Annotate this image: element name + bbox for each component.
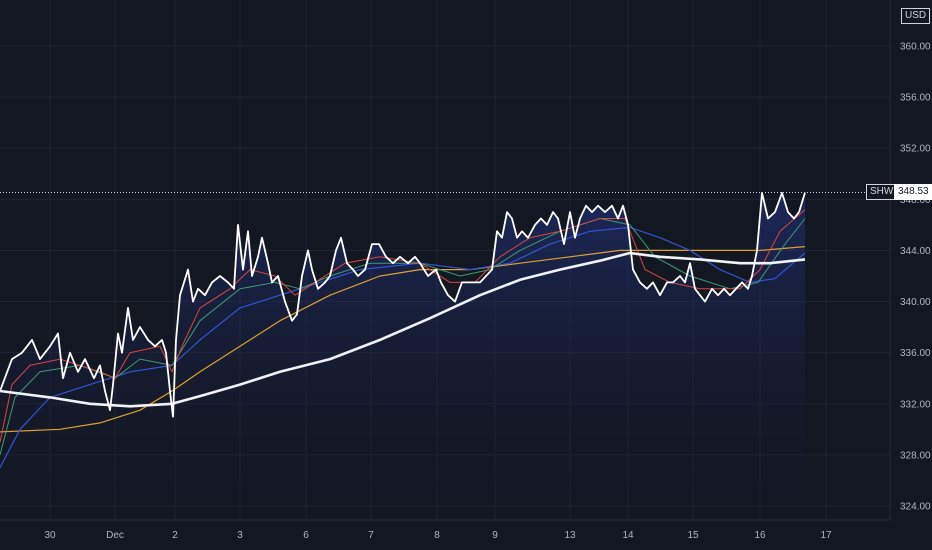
y-tick-label: 328.00 [900, 450, 931, 461]
y-tick-label: 356.00 [900, 93, 931, 104]
x-tick-label: 9 [492, 530, 498, 541]
x-tick-label: 16 [754, 530, 766, 541]
x-tick-label: 17 [820, 530, 832, 541]
x-tick-label: 13 [564, 530, 576, 541]
symbol-tag: SHW [866, 184, 898, 200]
y-tick-label: 336.00 [900, 348, 931, 359]
x-tick-label: Dec [106, 530, 124, 541]
x-tick-label: 30 [44, 530, 56, 541]
y-tick-label: 360.00 [900, 42, 931, 53]
x-tick-label: 15 [687, 530, 699, 541]
y-tick-label: 344.00 [900, 246, 931, 257]
last-price-tag: 348.53 [894, 184, 932, 200]
y-tick-label: 324.00 [900, 502, 931, 513]
price-chart[interactable]: 360.00356.00352.00348.00344.00340.00336.… [0, 0, 932, 550]
x-tick-label: 6 [303, 530, 309, 541]
y-tick-label: 340.00 [900, 297, 931, 308]
y-tick-label: 332.00 [900, 399, 931, 410]
x-tick-label: 2 [172, 530, 178, 541]
currency-label[interactable]: USD [901, 8, 931, 24]
x-tick-label: 3 [237, 530, 243, 541]
y-tick-label: 352.00 [900, 144, 931, 155]
x-tick-label: 14 [622, 530, 634, 541]
x-tick-label: 7 [368, 530, 374, 541]
x-tick-label: 8 [434, 530, 440, 541]
